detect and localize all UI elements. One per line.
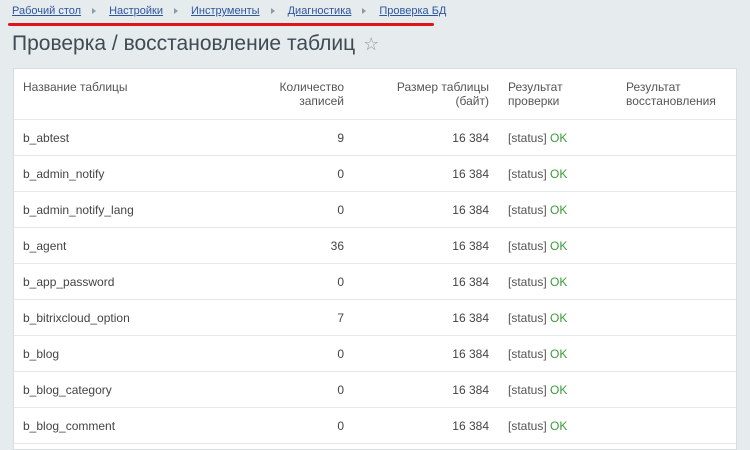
- page-title: Проверка / восстановление таблиц: [12, 32, 356, 55]
- cell-records: 0: [246, 191, 354, 228]
- cell-check-result: [status] OK: [499, 119, 617, 156]
- table-row: b_blog_category 0 16 384 [status] OK: [14, 371, 736, 408]
- breadcrumb-separator-icon: [270, 8, 275, 14]
- status-prefix: [status]: [508, 418, 547, 433]
- cell-table-name: b_admin_notify_lang: [14, 191, 246, 228]
- cell-restore-result: [617, 371, 736, 408]
- cell-table-name: b_bitrixcloud_option: [14, 299, 246, 336]
- cell-restore-result: [617, 155, 736, 192]
- breadcrumb: Рабочий стол Настройки Инструменты Диагн…: [12, 5, 446, 17]
- status-prefix: [status]: [508, 382, 547, 397]
- cell-size: 16 384: [354, 263, 499, 300]
- cell-table-name: b_blog_category: [14, 371, 246, 408]
- cell-size: 16 384: [354, 155, 499, 192]
- cell-check-result: [status] OK: [499, 299, 617, 336]
- cell-restore-result: [617, 299, 736, 336]
- cell-records: 0: [246, 263, 354, 300]
- status-ok: OK: [550, 382, 568, 397]
- cell-check-result: [status] OK: [499, 227, 617, 264]
- table-row: b_blog_comment 0 16 384 [status] OK: [14, 407, 736, 444]
- status-prefix: [status]: [508, 238, 547, 253]
- breadcrumb-separator-icon: [174, 8, 178, 14]
- cell-table-name: b_abtest: [14, 119, 246, 156]
- table-row: b_admin_notify 0 16 384 [status] OK: [14, 155, 736, 192]
- cell-restore-result: [617, 227, 736, 264]
- table-row: b_abtest 9 16 384 [status] OK: [14, 119, 736, 156]
- breadcrumb-diagnostics[interactable]: Диагностика: [288, 5, 352, 17]
- breadcrumb-settings[interactable]: Настройки: [109, 5, 163, 17]
- status-ok: OK: [550, 274, 568, 289]
- cell-check-result: [status] OK: [499, 263, 617, 300]
- table-row: b_app_password 0 16 384 [status] OK: [14, 263, 736, 300]
- column-header-restore: Результат восстановления: [617, 69, 736, 120]
- cell-size: 16 384: [354, 191, 499, 228]
- cell-records: 0: [246, 407, 354, 444]
- tables-panel: Название таблицы Количество записей Разм…: [13, 68, 737, 450]
- cell-records: 0: [246, 155, 354, 192]
- cell-table-name: b_admin_notify: [14, 155, 246, 192]
- cell-size: 16 384: [354, 227, 499, 264]
- status-ok: OK: [550, 130, 568, 145]
- column-header-check: Результат проверки: [499, 69, 617, 120]
- cell-records: 0: [246, 371, 354, 408]
- cell-check-result: [status] OK: [499, 371, 617, 408]
- cell-size: 16 384: [354, 407, 499, 444]
- cell-restore-result: [617, 263, 736, 300]
- breadcrumb-separator-icon: [92, 8, 97, 14]
- table-row: b_bitrixcloud_option 7 16 384 [status] OK: [14, 299, 736, 336]
- cell-check-result: [status] OK: [499, 155, 617, 192]
- status-ok: OK: [550, 202, 568, 217]
- status-prefix: [status]: [508, 202, 547, 217]
- cell-size: 16 384: [354, 335, 499, 372]
- status-ok: OK: [550, 346, 568, 361]
- table-row: b_agent 36 16 384 [status] OK: [14, 227, 736, 264]
- column-header-records: Количество записей: [246, 69, 354, 120]
- status-prefix: [status]: [508, 130, 547, 145]
- breadcrumb-desktop[interactable]: Рабочий стол: [12, 5, 81, 17]
- cell-restore-result: [617, 191, 736, 228]
- status-prefix: [status]: [508, 310, 547, 325]
- status-ok: OK: [550, 238, 568, 253]
- cell-table-name: b_blog_comment: [14, 407, 246, 444]
- breadcrumb-tools[interactable]: Инструменты: [191, 5, 260, 17]
- cell-records: 36: [246, 227, 354, 264]
- cell-table-name: b_app_password: [14, 263, 246, 300]
- highlight-underline: [8, 23, 434, 26]
- cell-records: 9: [246, 119, 354, 156]
- star-icon[interactable]: ☆: [363, 34, 379, 55]
- cell-check-result: [status] OK: [499, 407, 617, 444]
- table-body: b_abtest 9 16 384 [status] OK b_admin_notify…: [14, 119, 736, 444]
- breadcrumb-db-check[interactable]: Проверка БД: [379, 5, 446, 17]
- status-ok: OK: [550, 310, 568, 325]
- cell-restore-result: [617, 407, 736, 444]
- status-ok: OK: [550, 418, 568, 433]
- page-title-row: Проверка / восстановление таблиц ☆: [12, 32, 379, 56]
- table-row: b_blog 0 16 384 [status] OK: [14, 335, 736, 372]
- cell-restore-result: [617, 335, 736, 372]
- status-prefix: [status]: [508, 346, 547, 361]
- cell-records: 7: [246, 299, 354, 336]
- cell-size: 16 384: [354, 299, 499, 336]
- cell-check-result: [status] OK: [499, 335, 617, 372]
- status-prefix: [status]: [508, 166, 547, 181]
- cell-size: 16 384: [354, 371, 499, 408]
- status-ok: OK: [550, 166, 568, 181]
- cell-table-name: b_agent: [14, 227, 246, 264]
- cell-records: 0: [246, 335, 354, 372]
- table-row: b_admin_notify_lang 0 16 384 [status] OK: [14, 191, 736, 228]
- table-header-row: Название таблицы Количество записей Разм…: [14, 69, 736, 120]
- column-header-name: Название таблицы: [14, 69, 246, 120]
- cell-check-result: [status] OK: [499, 191, 617, 228]
- cell-table-name: b_blog: [14, 335, 246, 372]
- breadcrumb-separator-icon: [362, 8, 367, 14]
- tables-check-table: Название таблицы Количество записей Разм…: [14, 69, 736, 444]
- cell-size: 16 384: [354, 119, 499, 156]
- cell-restore-result: [617, 119, 736, 156]
- column-header-size: Размер таблицы (байт): [354, 69, 499, 120]
- status-prefix: [status]: [508, 274, 547, 289]
